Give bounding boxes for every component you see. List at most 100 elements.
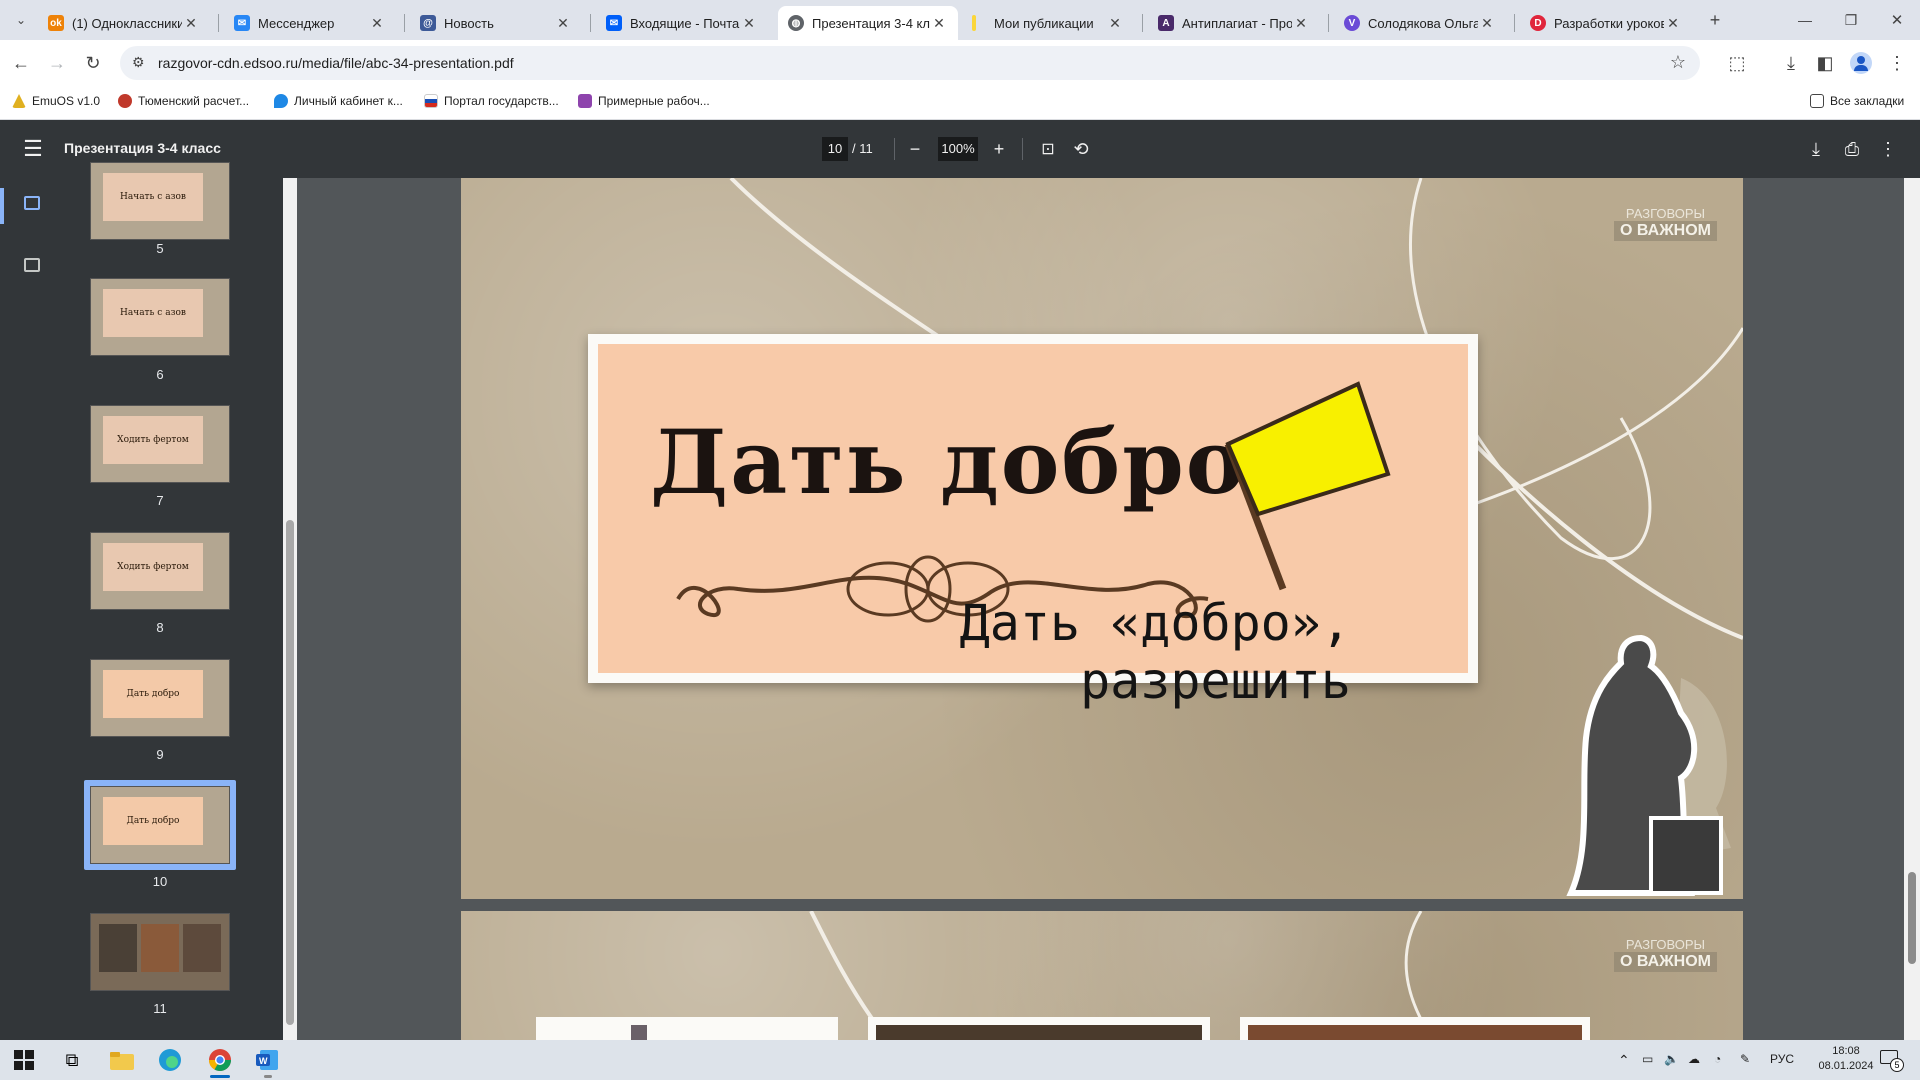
page-total: / 11 xyxy=(852,141,873,156)
tab-lesson-plans[interactable]: D Разработки уроков ✕ xyxy=(1520,6,1692,40)
word-app-icon[interactable]: W xyxy=(248,1046,288,1078)
new-tab-button[interactable]: + xyxy=(1700,5,1730,35)
close-window-button[interactable]: ✕ xyxy=(1882,5,1912,35)
restore-button[interactable]: ❐ xyxy=(1836,5,1866,35)
clock[interactable]: 18:08 08.01.2024 xyxy=(1818,1044,1874,1074)
page-thumbnail[interactable] xyxy=(90,913,230,991)
bookmark-programs[interactable]: Примерные рабоч... xyxy=(578,94,710,108)
viewport-scrollbar[interactable] xyxy=(1904,178,1920,1040)
brand-logo: РАЗГОВОРЫ О ВАЖНОМ xyxy=(1614,937,1717,972)
close-icon[interactable]: ✕ xyxy=(1664,15,1682,32)
side-panel-icon[interactable]: ◧ xyxy=(1810,48,1840,78)
fit-to-page-icon[interactable]: ⊡ xyxy=(1033,134,1063,164)
zoom-in-button[interactable]: + xyxy=(984,134,1014,164)
bookmark-cabinet[interactable]: Личный кабинет к... xyxy=(274,94,403,108)
address-bar[interactable]: ⚙ razgovor-cdn.edsoo.ru/media/file/abc-3… xyxy=(120,46,1700,80)
close-icon[interactable]: ✕ xyxy=(1478,15,1496,32)
page-thumbnail[interactable]: Ходить фертом xyxy=(90,532,230,610)
photo-frame xyxy=(1240,1017,1590,1040)
viewport-scroll-thumb[interactable] xyxy=(1908,872,1916,964)
bookmark-emuos[interactable]: EmuOS v1.0 xyxy=(12,94,100,108)
tab-publications[interactable]: Мои публикации ✕ xyxy=(962,6,1134,40)
site-info-icon[interactable]: ⚙ xyxy=(132,54,145,71)
all-bookmarks-label: Все закладки xyxy=(1830,94,1905,108)
page-thumbnail-current[interactable]: Дать добро xyxy=(90,786,230,864)
browser-toolbar: ← → ↻ ⚙ razgovor-cdn.edsoo.ru/media/file… xyxy=(0,40,1920,86)
tab-mail[interactable]: ✉ Входящие - Почта М ✕ xyxy=(596,6,768,40)
pdf-viewport[interactable]: РАЗГОВОРЫ О ВАЖНОМ Дать добро Дать «добр… xyxy=(297,178,1920,1040)
print-icon[interactable]: ⎙ xyxy=(1837,134,1867,164)
all-bookmarks[interactable]: Все закладки xyxy=(1810,94,1904,108)
tab-vk-profile[interactable]: V Солодякова Ольга ✕ xyxy=(1334,6,1506,40)
close-icon[interactable]: ✕ xyxy=(740,15,758,32)
pdf-title: Презентация 3-4 класс xyxy=(64,140,221,156)
bookmark-label: Тюменский расчет... xyxy=(138,94,250,108)
forward-button[interactable]: → xyxy=(42,48,72,78)
task-view-icon[interactable]: ⧉ xyxy=(52,1046,92,1074)
thumbnail-number: 6 xyxy=(156,367,164,382)
file-explorer-icon[interactable] xyxy=(102,1046,142,1074)
onedrive-icon[interactable]: ☁ xyxy=(1688,1052,1700,1066)
page-thumbnail[interactable]: Начать с азов xyxy=(90,162,230,240)
zoom-input[interactable]: 100% xyxy=(938,137,978,161)
sidebar-scrollbar[interactable] xyxy=(283,178,297,1040)
tab-odnoklassniki[interactable]: ok (1) Одноклассники ✕ xyxy=(38,6,210,40)
close-icon[interactable]: ✕ xyxy=(554,15,572,32)
odnoklassniki-icon: ok xyxy=(48,15,64,31)
browser-menu-icon[interactable]: ⋮ xyxy=(1882,48,1912,78)
tab-search-button[interactable]: ⌄ xyxy=(6,5,36,35)
windows-start-icon[interactable] xyxy=(4,1046,44,1074)
close-icon[interactable]: ✕ xyxy=(182,15,200,32)
volume-icon[interactable]: 🔈 xyxy=(1664,1052,1679,1066)
yellow-flag-icon xyxy=(1224,381,1391,591)
tab-title: Мои публикации xyxy=(994,15,1094,31)
tab-divider xyxy=(1514,14,1515,32)
thumbnails-view-icon[interactable] xyxy=(24,196,40,210)
chrome-browser-icon[interactable] xyxy=(200,1046,240,1078)
download-icon[interactable]: ⤓ xyxy=(1801,134,1831,164)
tray-overflow-icon[interactable]: ⌃ xyxy=(1618,1052,1630,1069)
wifi-icon[interactable]: ◔ xyxy=(1714,1052,1721,1066)
bookmark-gosuslugi[interactable]: Портал государств... xyxy=(424,94,559,108)
thumbnail-number: 5 xyxy=(156,241,164,256)
bookmark-tyumen[interactable]: Тюменский расчет... xyxy=(118,94,249,108)
bookmark-label: Примерные рабоч... xyxy=(598,94,710,108)
tab-antiplagiat[interactable]: A Антиплагиат - Пров ✕ xyxy=(1148,6,1320,40)
page-thumbnail[interactable]: Начать с азов xyxy=(90,278,230,356)
profile-avatar[interactable] xyxy=(1846,48,1876,78)
zoom-out-button[interactable]: − xyxy=(900,134,930,164)
thumbnail-number: 8 xyxy=(156,620,164,635)
page-number-input[interactable]: 10 xyxy=(822,137,848,161)
bookmark-star-icon[interactable]: ☆ xyxy=(1670,52,1686,73)
photo-content xyxy=(1248,1025,1582,1040)
more-options-icon[interactable]: ⋮ xyxy=(1873,134,1903,164)
menu-hamburger-icon[interactable]: ☰ xyxy=(18,134,48,164)
close-icon[interactable]: ✕ xyxy=(1292,15,1310,32)
back-button[interactable]: ← xyxy=(6,48,36,78)
tab-messenger[interactable]: ✉ Мессенджер ✕ xyxy=(224,6,396,40)
pen-icon[interactable]: ✎ xyxy=(1740,1052,1750,1066)
close-icon[interactable]: ✕ xyxy=(368,15,386,32)
reload-button[interactable]: ↻ xyxy=(78,48,108,78)
language-indicator[interactable]: РУС xyxy=(1770,1052,1794,1066)
page-thumbnail[interactable]: Ходить фертом xyxy=(90,405,230,483)
meet-icon[interactable]: ▭ xyxy=(1642,1052,1653,1066)
outline-view-icon[interactable] xyxy=(24,258,40,272)
sidebar-scroll-thumb[interactable] xyxy=(286,520,294,1025)
tab-news[interactable]: @ Новость ✕ xyxy=(410,6,582,40)
minimize-button[interactable]: — xyxy=(1790,5,1820,35)
thumbnail-label: Дать добро xyxy=(103,797,203,845)
extensions-icon[interactable]: ⬚ xyxy=(1722,48,1752,78)
downloads-icon[interactable]: ⤓ xyxy=(1776,48,1806,78)
tab-presentation[interactable]: ◍ Презентация 3-4 кла ✕ xyxy=(778,6,958,40)
rotate-icon[interactable]: ⟲ xyxy=(1066,134,1096,164)
photo-content xyxy=(631,1025,647,1040)
close-icon[interactable]: ✕ xyxy=(930,15,948,32)
thumbnail-label: Ходить фертом xyxy=(103,543,203,591)
edge-browser-icon[interactable] xyxy=(150,1046,190,1074)
close-icon[interactable]: ✕ xyxy=(1106,15,1124,32)
photo-content xyxy=(876,1025,1202,1040)
brand-bottom: О ВАЖНОМ xyxy=(1614,952,1717,972)
page-thumbnail[interactable]: Дать добро xyxy=(90,659,230,737)
notifications-button[interactable]: 5 xyxy=(1880,1048,1904,1072)
